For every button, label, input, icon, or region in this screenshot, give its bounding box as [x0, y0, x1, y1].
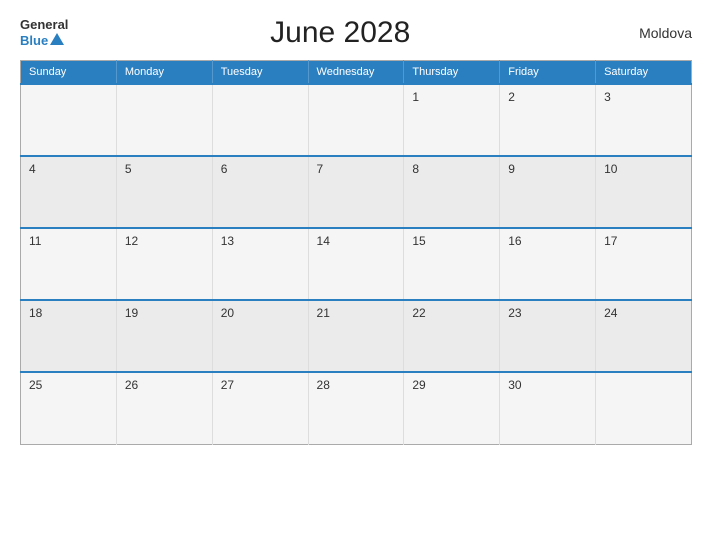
day-cell: 22 [404, 300, 500, 372]
day-cell: 6 [212, 156, 308, 228]
day-cell: 27 [212, 372, 308, 444]
logo-triangle-icon [50, 33, 64, 45]
day-cell [21, 84, 117, 156]
day-cell [116, 84, 212, 156]
day-cell: 25 [21, 372, 117, 444]
week-row-5: 25 26 27 28 29 30 [21, 372, 692, 444]
day-cell: 17 [596, 228, 692, 300]
col-wednesday: Wednesday [308, 61, 404, 85]
week-row-2: 4 5 6 7 8 9 10 [21, 156, 692, 228]
day-cell: 30 [500, 372, 596, 444]
day-cell: 2 [500, 84, 596, 156]
day-cell: 21 [308, 300, 404, 372]
day-cell [308, 84, 404, 156]
day-cell: 18 [21, 300, 117, 372]
day-cell: 7 [308, 156, 404, 228]
calendar-title: June 2028 [68, 16, 612, 50]
day-cell: 29 [404, 372, 500, 444]
day-cell: 9 [500, 156, 596, 228]
week-row-3: 11 12 13 14 15 16 17 [21, 228, 692, 300]
week-row-1: 1 2 3 [21, 84, 692, 156]
day-cell: 14 [308, 228, 404, 300]
calendar-table: Sunday Monday Tuesday Wednesday Thursday… [20, 60, 692, 445]
day-cell: 3 [596, 84, 692, 156]
day-cell: 24 [596, 300, 692, 372]
day-cell: 8 [404, 156, 500, 228]
day-cell: 13 [212, 228, 308, 300]
logo: General Blue [20, 18, 68, 47]
day-cell: 10 [596, 156, 692, 228]
day-cell: 4 [21, 156, 117, 228]
week-row-4: 18 19 20 21 22 23 24 [21, 300, 692, 372]
day-cell [596, 372, 692, 444]
calendar-header: Sunday Monday Tuesday Wednesday Thursday… [21, 61, 692, 85]
day-cell: 15 [404, 228, 500, 300]
page: General Blue June 2028 Moldova Sunday Mo… [0, 0, 712, 550]
day-cell: 5 [116, 156, 212, 228]
day-cell: 26 [116, 372, 212, 444]
col-saturday: Saturday [596, 61, 692, 85]
col-friday: Friday [500, 61, 596, 85]
col-thursday: Thursday [404, 61, 500, 85]
day-cell: 12 [116, 228, 212, 300]
day-cell: 20 [212, 300, 308, 372]
country-label: Moldova [612, 25, 692, 41]
header: General Blue June 2028 Moldova [20, 16, 692, 50]
calendar-body: 1 2 3 4 5 6 7 8 9 10 11 12 13 14 15 16 1… [21, 84, 692, 444]
day-cell: 1 [404, 84, 500, 156]
day-cell: 16 [500, 228, 596, 300]
logo-blue-text: Blue [20, 33, 64, 48]
day-cell: 19 [116, 300, 212, 372]
weekday-header-row: Sunday Monday Tuesday Wednesday Thursday… [21, 61, 692, 85]
logo-general-text: General [20, 18, 68, 32]
day-cell [212, 84, 308, 156]
day-cell: 28 [308, 372, 404, 444]
day-cell: 11 [21, 228, 117, 300]
day-cell: 23 [500, 300, 596, 372]
col-tuesday: Tuesday [212, 61, 308, 85]
col-monday: Monday [116, 61, 212, 85]
col-sunday: Sunday [21, 61, 117, 85]
